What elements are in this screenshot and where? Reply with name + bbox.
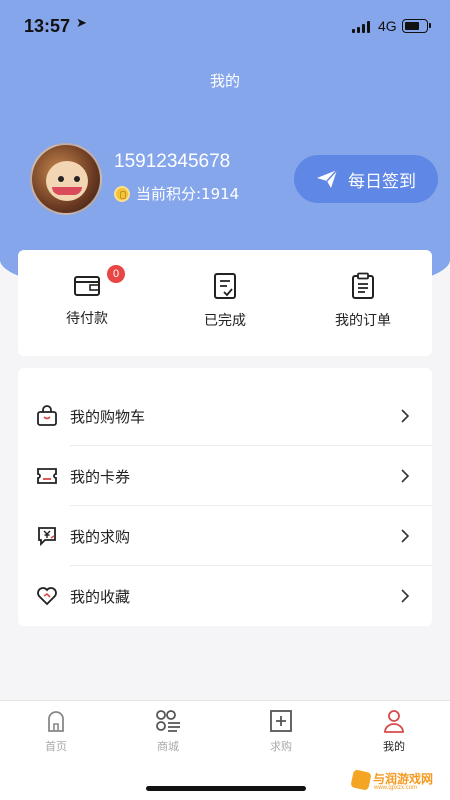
wallet-icon — [74, 276, 100, 296]
watermark-icon — [350, 769, 372, 791]
order-label: 待付款 — [66, 311, 108, 327]
points-info: 当前积分:1914 — [114, 183, 239, 204]
shopping-bag-icon — [37, 405, 57, 426]
order-pending-payment[interactable]: 0 待付款 — [18, 250, 156, 356]
menu-purchase-requests[interactable]: 我的求购 — [18, 506, 432, 566]
checkin-label: 每日签到 — [348, 171, 416, 192]
order-label: 我的订单 — [335, 313, 391, 329]
chevron-right-icon — [401, 469, 410, 483]
avatar[interactable] — [30, 143, 102, 215]
tab-label: 首页 — [45, 740, 67, 753]
home-indicator — [146, 786, 306, 791]
tab-label: 商城 — [157, 740, 179, 753]
tab-mine[interactable]: 我的 — [354, 709, 434, 754]
menu-label: 我的购物车 — [70, 407, 146, 426]
tab-label: 求购 — [270, 740, 292, 753]
menu-label: 我的卡券 — [70, 467, 131, 486]
pending-badge: 0 — [107, 265, 125, 283]
signal-icon — [352, 21, 372, 33]
location-arrow-icon: ➤ — [76, 16, 87, 31]
menu-favorites[interactable]: 我的收藏 — [18, 566, 432, 626]
battery-icon — [402, 19, 431, 33]
status-bar: 13:57 ➤ 4G — [0, 0, 450, 56]
menu-shopping-cart[interactable]: 我的购物车 — [18, 386, 432, 446]
watermark-url: www.qpxzx.com — [374, 785, 418, 791]
status-time: 13:57 — [24, 16, 71, 36]
orders-card: 0 待付款 已完成 我的订单 — [18, 250, 432, 356]
menu-coupons[interactable]: 我的卡券 — [18, 446, 432, 506]
network-type: 4G — [378, 18, 397, 34]
order-completed[interactable]: 已完成 — [156, 250, 294, 356]
page-title: 我的 — [209, 72, 240, 90]
ticket-icon — [37, 468, 57, 484]
completed-doc-icon — [214, 273, 236, 299]
menu-label: 我的求购 — [70, 527, 131, 546]
mall-grid-icon — [156, 710, 180, 732]
order-label: 已完成 — [204, 313, 246, 329]
heart-icon — [37, 587, 57, 606]
paper-plane-icon — [317, 169, 338, 188]
tab-label: 我的 — [383, 740, 405, 753]
chevron-right-icon — [401, 529, 410, 543]
menu-label: 我的收藏 — [70, 587, 131, 606]
tab-mall[interactable]: 商城 — [128, 709, 208, 754]
user-phone: 15912345678 — [114, 151, 231, 172]
clipboard-icon — [352, 272, 374, 299]
yuan-bubble-icon — [38, 527, 56, 547]
tab-purchase[interactable]: 求购 — [241, 709, 321, 754]
tab-home[interactable]: 首页 — [16, 709, 96, 754]
watermark-logo: 与润游戏网 www.qpxzx.com — [350, 769, 446, 796]
chevron-right-icon — [401, 409, 410, 423]
home-icon — [48, 711, 64, 732]
menu-card: 我的购物车 我的卡券 我的求购 我的收藏 — [18, 368, 432, 626]
points-label: 当前积分:1914 — [136, 185, 240, 203]
coin-icon — [114, 185, 130, 202]
checkin-button[interactable]: 每日签到 — [294, 155, 438, 203]
person-icon — [384, 710, 404, 733]
order-my-orders[interactable]: 我的订单 — [294, 250, 432, 356]
chevron-right-icon — [401, 589, 410, 603]
plus-square-icon — [270, 710, 292, 732]
